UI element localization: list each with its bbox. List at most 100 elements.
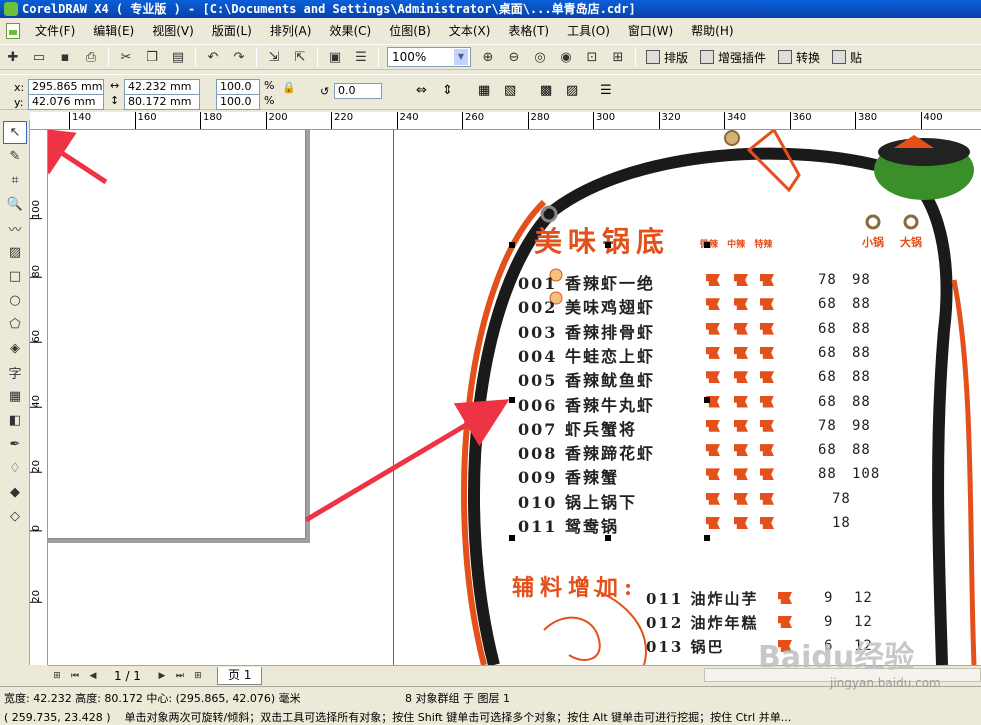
eyedropper-tool-icon[interactable]: ✒ — [3, 433, 27, 456]
table-tool-icon[interactable]: ▦ — [3, 385, 27, 408]
welcome-screen-icon[interactable]: ☰ — [350, 46, 372, 68]
menu-view[interactable]: 视图(V) — [143, 20, 203, 42]
save-icon[interactable]: ▪ — [54, 46, 76, 68]
mirror-vertical-icon[interactable]: ⇕ — [442, 83, 453, 98]
dish-name: 006 香辣牛丸虾 — [518, 395, 655, 415]
menu-table[interactable]: 表格(T) — [499, 20, 558, 42]
zoom-level-select[interactable]: 100% ▼ — [387, 47, 471, 67]
menu-help[interactable]: 帮助(H) — [682, 20, 742, 42]
prev-page-icon[interactable]: ◀ — [86, 669, 100, 683]
break-apart-icon[interactable]: ▨ — [566, 83, 578, 98]
lock-ratio-icon[interactable]: 🔒 — [282, 81, 296, 94]
ruler-tick-label: 260 — [461, 112, 485, 129]
cut-icon[interactable]: ✂ — [115, 46, 137, 68]
ungroup-icon[interactable]: ▧ — [504, 83, 516, 98]
selection-handle[interactable] — [605, 535, 611, 541]
group-icon[interactable]: ▦ — [478, 83, 490, 98]
toolbar-separator — [635, 47, 636, 67]
print-icon[interactable]: ⎙ — [80, 46, 102, 68]
price-large: 88 — [852, 320, 871, 337]
selection-handle[interactable] — [704, 535, 710, 541]
combine-icon[interactable]: ▩ — [540, 83, 552, 98]
zoom-all-icon[interactable]: ◉ — [555, 46, 577, 68]
paste-icon[interactable]: ▤ — [167, 46, 189, 68]
last-page-icon[interactable]: ⏭ — [173, 669, 187, 683]
freehand-tool-icon[interactable]: 〰 — [3, 217, 27, 240]
scale-x-input[interactable]: 100.0 — [216, 79, 260, 95]
outline-tool-icon[interactable]: ♢ — [3, 457, 27, 480]
side-price-large: 12 — [854, 614, 873, 630]
x-position-input[interactable]: 295.865 mm — [28, 79, 104, 95]
document-icon[interactable] — [6, 23, 20, 39]
copy-icon[interactable]: ❐ — [141, 46, 163, 68]
zoom-level-value: 100% — [392, 50, 427, 64]
selection-handle[interactable] — [509, 535, 515, 541]
y-position-input[interactable]: 42.076 mm — [28, 94, 104, 110]
interactive-blend-icon[interactable]: ◧ — [3, 409, 27, 432]
page-tab[interactable]: 页 1 — [216, 666, 263, 685]
scale-y-input[interactable]: 100.0 — [216, 94, 260, 110]
plugin-button[interactable]: 增强插件 — [694, 46, 772, 68]
menu-window[interactable]: 窗口(W) — [619, 20, 682, 42]
open-icon[interactable]: ▭ — [28, 46, 50, 68]
ellipse-tool-icon[interactable]: ○ — [3, 289, 27, 312]
zoom-selected-icon[interactable]: ◎ — [529, 46, 551, 68]
zoom-out-icon[interactable]: ⊖ — [503, 46, 525, 68]
price-small: 68 — [818, 442, 837, 459]
paste-special-button[interactable]: 贴 — [826, 46, 868, 68]
undo-icon[interactable]: ↶ — [202, 46, 224, 68]
pick-tool-icon[interactable]: ↖ — [3, 121, 27, 144]
zoom-tool-icon[interactable]: 🔍 — [3, 193, 27, 216]
menu-edit[interactable]: 编辑(E) — [84, 20, 143, 42]
vertical-ruler[interactable]: 100 80 60 40 20 0 20 — [30, 130, 48, 665]
scale-y-percent: % — [264, 94, 275, 107]
add-page-icon[interactable]: ⊞ — [50, 669, 64, 683]
zoom-in-icon[interactable]: ⊕ — [477, 46, 499, 68]
selection-handle[interactable] — [704, 397, 710, 403]
application-launcher-icon[interactable]: ▣ — [324, 46, 346, 68]
menu-effects[interactable]: 效果(C) — [320, 20, 380, 42]
menu-arrange[interactable]: 排列(A) — [261, 20, 321, 42]
first-page-icon[interactable]: ⏮ — [68, 669, 82, 683]
align-distribute-icon[interactable]: ☰ — [600, 83, 612, 98]
selection-handle[interactable] — [605, 242, 611, 248]
menu-tools[interactable]: 工具(O) — [558, 20, 619, 42]
add-page-end-icon[interactable]: ⊞ — [191, 669, 205, 683]
selection-handle[interactable] — [509, 397, 515, 403]
redo-icon[interactable]: ↷ — [228, 46, 250, 68]
import-icon[interactable]: ⇲ — [263, 46, 285, 68]
text-tool-icon[interactable]: 字 — [3, 361, 27, 384]
height-input[interactable]: 80.172 mm — [124, 94, 200, 110]
convert-button[interactable]: 转换 — [772, 46, 826, 68]
next-page-icon[interactable]: ▶ — [155, 669, 169, 683]
window-title-bar[interactable]: CorelDRAW X4 ( 专业版 ) - [C:\Documents and… — [0, 0, 981, 18]
mirror-horizontal-icon[interactable]: ⇔ — [416, 83, 427, 98]
interactive-fill-icon[interactable]: ◇ — [3, 505, 27, 528]
horizontal-ruler[interactable]: 140 160 180 200 220 240 260 280 300 320 340 360 380 4… — [30, 112, 981, 130]
chevron-down-icon[interactable]: ▼ — [454, 49, 468, 65]
export-icon[interactable]: ⇱ — [289, 46, 311, 68]
selection-handle[interactable] — [704, 242, 710, 248]
shape-tool-icon[interactable]: ✎ — [3, 145, 27, 168]
new-document-icon[interactable]: ✚ — [2, 46, 24, 68]
crop-tool-icon[interactable]: ⌗ — [3, 169, 27, 192]
toolbar-separator — [378, 47, 379, 67]
rotation-input[interactable]: 0.0 — [334, 83, 382, 99]
polygon-tool-icon[interactable]: ⬠ — [3, 313, 27, 336]
zoom-width-icon[interactable]: ⊞ — [607, 46, 629, 68]
fill-tool-icon[interactable]: ◆ — [3, 481, 27, 504]
menu-artwork[interactable]: 美味锅底 微辣 中辣 特辣 小锅 大锅 001 香辣虾一绝 78 98 002 美味鸡… — [394, 130, 981, 665]
smart-fill-icon[interactable]: ▨ — [3, 241, 27, 264]
width-input[interactable]: 42.232 mm — [124, 79, 200, 95]
layout-button[interactable]: 排版 — [640, 46, 694, 68]
menu-text[interactable]: 文本(X) — [440, 20, 500, 42]
menu-bitmaps[interactable]: 位图(B) — [380, 20, 440, 42]
menu-file[interactable]: 文件(F) — [26, 20, 84, 42]
dish-name: 003 香辣排骨虾 — [518, 322, 655, 342]
rectangle-tool-icon[interactable]: □ — [3, 265, 27, 288]
menu-layout[interactable]: 版面(L) — [203, 20, 261, 42]
zoom-page-icon[interactable]: ⊡ — [581, 46, 603, 68]
drawing-canvas[interactable]: 美味锅底 微辣 中辣 特辣 小锅 大锅 001 香辣虾一绝 78 98 002 美味鸡… — [48, 130, 981, 665]
selection-handle[interactable] — [509, 242, 515, 248]
basic-shapes-icon[interactable]: ◈ — [3, 337, 27, 360]
